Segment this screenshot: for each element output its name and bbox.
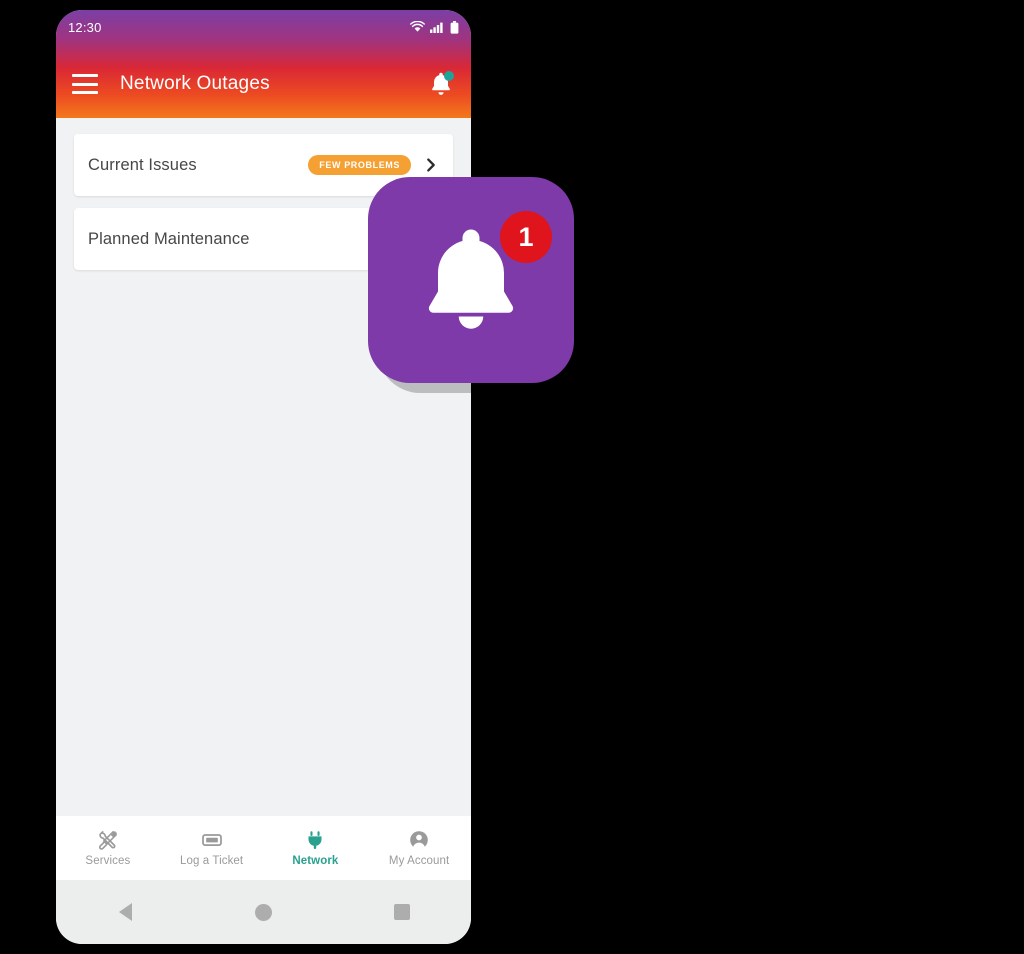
home-button[interactable] [194, 903, 332, 921]
tab-label: Log a Ticket [180, 855, 244, 867]
battery-icon [450, 20, 459, 34]
ticket-icon [201, 829, 223, 851]
status-bar-time: 12:30 [68, 19, 102, 35]
tools-icon [97, 829, 119, 851]
tab-label: Services [85, 855, 131, 867]
cellular-signal-icon [430, 21, 445, 33]
app-bar-row: Network Outages [56, 60, 471, 108]
tab-services[interactable]: Services [56, 829, 160, 867]
hamburger-bar [72, 82, 98, 86]
tab-label: Network [292, 855, 339, 867]
notification-overlay-tile[interactable]: 1 [368, 177, 574, 383]
hamburger-bar [72, 91, 98, 94]
bottom-navigation: Services Log a Ticket Network My Account [56, 816, 471, 880]
home-circle-icon [254, 903, 272, 921]
card-label: Planned Maintenance [88, 229, 250, 248]
notification-bell-button[interactable] [427, 70, 455, 98]
wifi-icon [410, 21, 425, 33]
person-icon [408, 829, 430, 851]
bell-badge-dot [444, 71, 454, 81]
hamburger-menu-icon[interactable] [72, 74, 98, 94]
back-triangle-icon [118, 903, 132, 921]
chevron-right-icon [423, 157, 439, 173]
recents-square-icon [393, 904, 410, 920]
tab-network[interactable]: Network [264, 829, 368, 867]
recents-button[interactable] [333, 904, 471, 920]
tab-label: My Account [388, 855, 450, 867]
card-label: Current Issues [88, 155, 197, 174]
back-button[interactable] [56, 903, 194, 921]
tab-my-account[interactable]: My Account [367, 829, 471, 867]
status-bar: 12:30 [56, 10, 471, 44]
notification-count-badge: 1 [500, 211, 552, 263]
status-bar-icons [410, 20, 459, 34]
app-bar: 12:30 Network Outages [56, 10, 471, 118]
tab-log-a-ticket[interactable]: Log a Ticket [160, 829, 264, 867]
phone-mockup: 12:30 Network Outages Current Issues FEW… [56, 10, 471, 944]
hamburger-bar [72, 74, 98, 77]
status-badge: FEW PROBLEMS [308, 155, 411, 175]
page-title: Network Outages [120, 73, 270, 94]
plug-icon [304, 829, 326, 851]
android-system-nav [56, 880, 471, 944]
